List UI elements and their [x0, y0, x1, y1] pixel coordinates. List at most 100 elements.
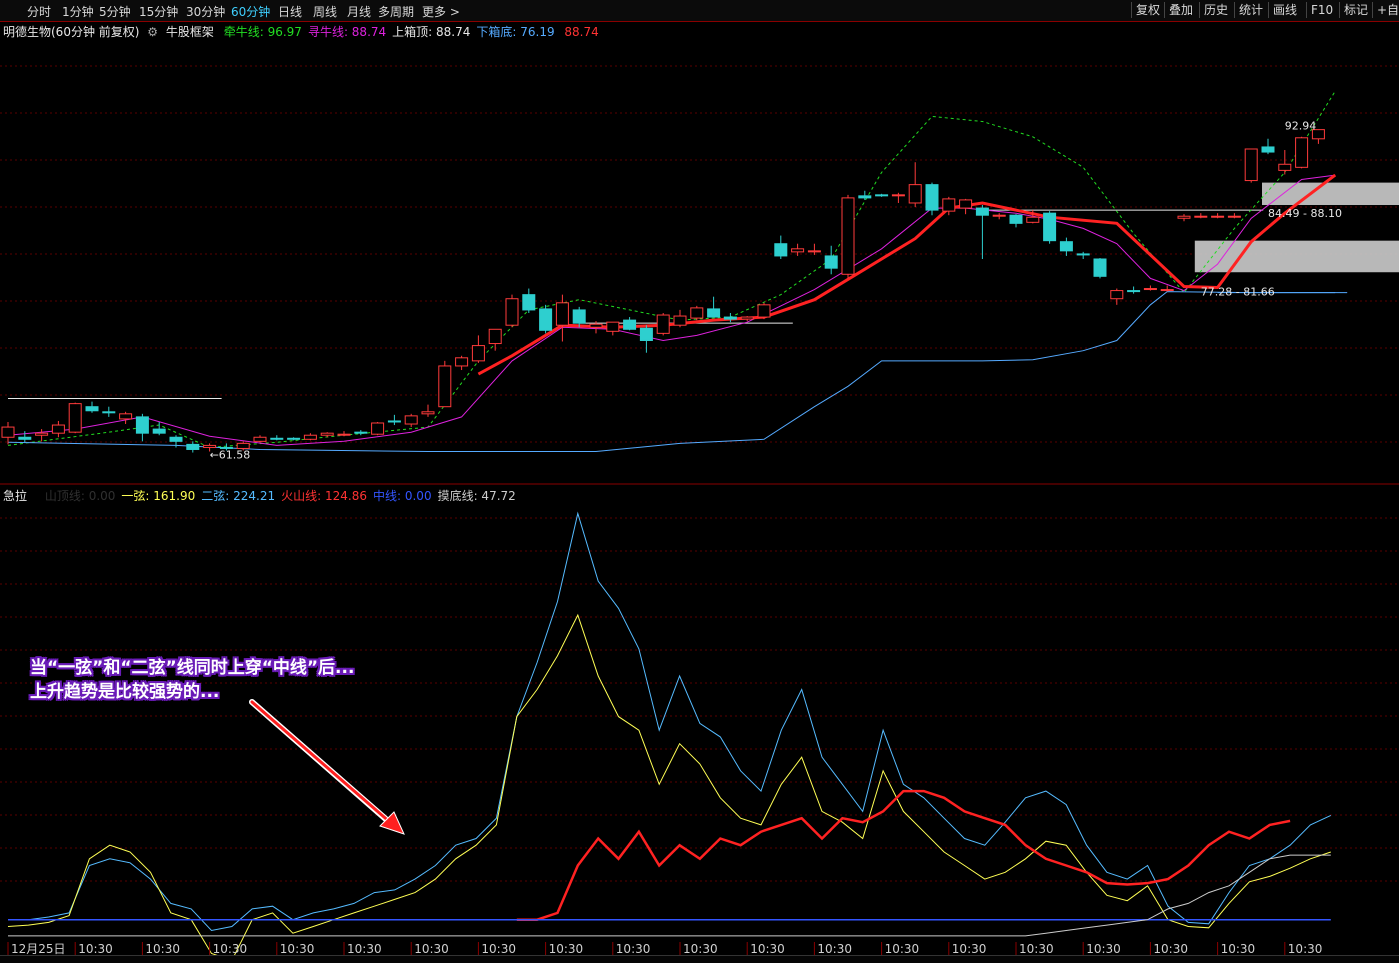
- candle-body: [1009, 214, 1023, 224]
- x-axis-label: 10:30: [145, 942, 180, 956]
- indicator-line: [7, 174, 1336, 446]
- candle-body: [354, 431, 368, 434]
- candle-body: [875, 194, 889, 197]
- arrow-shaft: [250, 700, 394, 826]
- candle-body: [757, 304, 771, 318]
- candle-body: [1026, 216, 1040, 223]
- x-axis-label: 10:30: [683, 942, 718, 956]
- candle-body: [723, 316, 737, 320]
- candle-body: [387, 420, 401, 423]
- candle-body: [119, 413, 133, 420]
- price-zone: [1194, 240, 1399, 273]
- indicator-line: [477, 173, 1337, 376]
- candle-body: [1177, 215, 1191, 219]
- x-axis-label: 10:30: [1288, 942, 1323, 956]
- candle-body: [1244, 148, 1258, 182]
- candle-body: [186, 443, 200, 450]
- candle-body: [1295, 137, 1309, 168]
- indicator-line: [7, 90, 1336, 448]
- candle-body: [1127, 290, 1141, 293]
- x-axis-label: 10:30: [549, 942, 584, 956]
- candle-body: [253, 436, 267, 442]
- x-axis-label: 10:30: [952, 942, 987, 956]
- candle-body: [925, 184, 939, 211]
- x-axis-label: 10:30: [1019, 942, 1054, 956]
- candle-body: [673, 315, 687, 326]
- candle-body: [858, 195, 872, 199]
- x-axis-label: 10:30: [817, 942, 852, 956]
- x-axis-label: 10:30: [481, 942, 516, 956]
- candle-body: [102, 411, 116, 414]
- candle-body: [975, 207, 989, 216]
- x-axis-label: 12月25日: [11, 942, 66, 956]
- candle-body: [690, 307, 704, 319]
- candle-body: [18, 436, 32, 440]
- candle-body: [303, 434, 317, 440]
- candle-body: [471, 345, 485, 362]
- candle-body: [203, 444, 217, 448]
- candle-body: [1211, 215, 1225, 218]
- candle-body: [320, 432, 334, 436]
- candle-body: [287, 437, 301, 440]
- candle-body: [774, 243, 788, 257]
- candle-body: [1, 426, 15, 438]
- candle-body: [639, 327, 653, 341]
- x-axis-label: 10:30: [750, 942, 785, 956]
- series-line: [8, 854, 1331, 937]
- price-label: 77.28 - 81.66: [1201, 286, 1275, 299]
- candle-body: [337, 433, 351, 436]
- candle-body: [35, 432, 49, 436]
- candle-body: [505, 298, 519, 326]
- annotation-line-1: 当“一弦”和“二弦”线同时上穿“中线”后...: [30, 658, 355, 678]
- candle-body: [152, 428, 166, 434]
- x-axis-label: 10:30: [280, 942, 315, 956]
- candle-body: [555, 302, 569, 326]
- candle-body: [891, 194, 905, 197]
- candle-body: [572, 309, 586, 324]
- candle-body: [85, 406, 99, 412]
- price-label: 92.94: [1285, 120, 1317, 133]
- chart-canvas[interactable]: ←61.58 92.94 84.49 - 88.10 77.28 - 81.66 12月…: [0, 0, 1399, 962]
- candle-body: [807, 250, 821, 253]
- price-label: ←61.58: [210, 449, 251, 462]
- candle-body: [1278, 163, 1292, 171]
- candle-body: [740, 316, 754, 320]
- candle-body: [135, 416, 149, 434]
- candle-body: [606, 321, 620, 332]
- x-axis-label: 10:30: [616, 942, 651, 956]
- candle-body: [51, 424, 65, 434]
- candle-body: [421, 411, 435, 415]
- candle-body: [1043, 212, 1057, 242]
- series-line: [8, 511, 1332, 932]
- candle-body: [942, 198, 956, 212]
- candle-body: [68, 403, 82, 433]
- candle-body: [623, 319, 637, 330]
- candle-body: [539, 308, 553, 331]
- x-axis-label: 10:30: [1086, 942, 1121, 956]
- candle-body: [791, 248, 805, 253]
- candle-body: [1143, 288, 1157, 291]
- x-axis-label: 10:30: [347, 942, 382, 956]
- candle-body: [1160, 289, 1174, 292]
- x-axis-label: 10:30: [1153, 942, 1188, 956]
- candle-body: [1194, 215, 1208, 218]
- x-axis-label: 10:30: [213, 942, 248, 956]
- candle-body: [455, 357, 469, 367]
- candle-body: [404, 415, 418, 425]
- candle-body: [371, 422, 385, 435]
- x-axis-label: 10:30: [885, 942, 920, 956]
- candle-body: [908, 184, 922, 204]
- x-axis-label: 10:30: [1221, 942, 1256, 956]
- candle-body: [1093, 258, 1107, 277]
- candle-body: [1110, 290, 1124, 300]
- x-axis-label: 10:30: [78, 942, 113, 956]
- x-axis-label: 10:30: [414, 942, 449, 956]
- candle-body: [488, 328, 502, 345]
- candle-body: [656, 314, 670, 334]
- candle-body: [824, 255, 838, 269]
- candle-body: [1059, 241, 1073, 252]
- candle-body: [589, 323, 603, 328]
- candle-body: [1076, 253, 1090, 256]
- candle-body: [169, 436, 183, 442]
- candle-body: [841, 197, 855, 275]
